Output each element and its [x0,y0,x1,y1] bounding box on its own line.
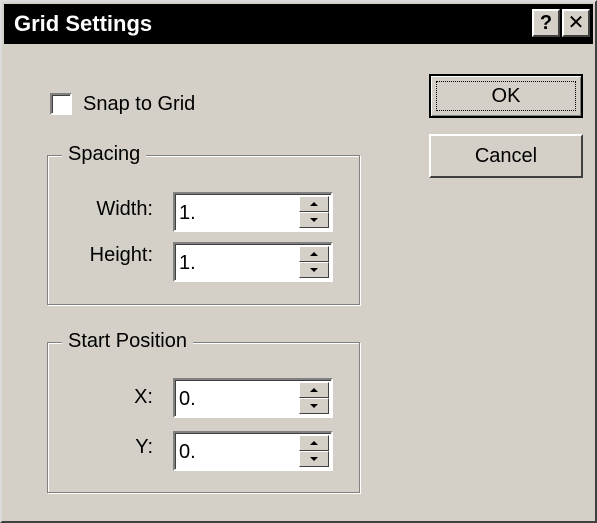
cancel-button-label: Cancel [474,145,538,167]
y-value[interactable]: 0. [179,440,196,464]
width-label: Width: [96,198,153,220]
x-spin-down-button[interactable] [299,398,329,414]
width-spin-up-button[interactable] [299,196,329,212]
x-spin-up-button[interactable] [299,382,329,398]
start-position-legend: Start Position [62,329,193,353]
x-label: X: [134,386,153,408]
window-title: Grid Settings [14,11,153,36]
height-spinbox[interactable]: 1. [173,242,333,282]
height-label: Height: [89,244,153,266]
ok-button-label: OK [491,85,521,107]
height-spin-down-button[interactable] [299,262,329,278]
arrow-up-icon [310,441,318,445]
y-spin-up-button[interactable] [299,435,329,451]
x-spinbox[interactable]: 0. [173,378,333,418]
title-bar[interactable]: Grid Settings ? ✕ [4,4,593,44]
arrow-down-icon [310,268,318,272]
x-value[interactable]: 0. [179,387,196,411]
close-icon: ✕ [567,12,585,34]
close-button[interactable]: ✕ [562,9,590,37]
width-spinbox[interactable]: 1. [173,192,333,232]
y-label: Y: [135,436,153,458]
height-spin-up-button[interactable] [299,246,329,262]
spacing-legend: Spacing [62,142,147,166]
arrow-up-icon [310,252,318,256]
spacing-group: Spacing Width: 1. Height: 1. [47,142,360,305]
y-spinbox[interactable]: 0. [173,431,333,471]
arrow-up-icon [310,202,318,206]
width-spin-down-button[interactable] [299,212,329,228]
arrow-down-icon [310,218,318,222]
arrow-down-icon [310,404,318,408]
arrow-up-icon [310,388,318,392]
help-button[interactable]: ? [532,9,560,37]
height-value[interactable]: 1. [179,251,196,275]
snap-to-grid-checkbox[interactable] [50,93,72,115]
ok-button[interactable]: OK [429,74,583,118]
help-icon: ? [539,12,553,34]
grid-settings-dialog: Grid Settings ? ✕ Snap to Grid Spacing W… [0,0,597,523]
width-value[interactable]: 1. [179,201,196,225]
y-spin-down-button[interactable] [299,451,329,467]
cancel-button[interactable]: Cancel [429,134,583,178]
start-position-group: Start Position X: 0. Y: 0. [47,329,360,493]
snap-to-grid-label[interactable]: Snap to Grid [83,92,195,116]
arrow-down-icon [310,457,318,461]
